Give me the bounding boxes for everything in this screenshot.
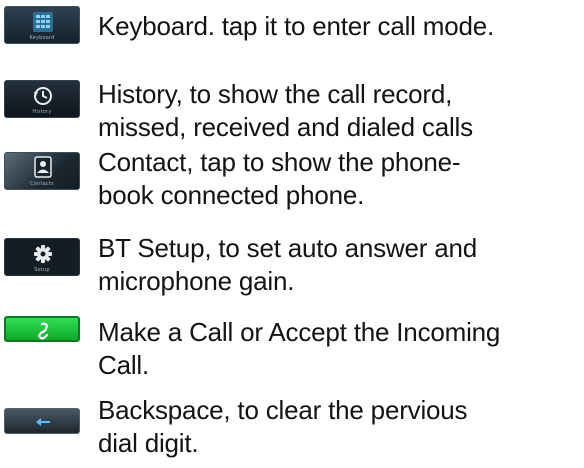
item-history: History History, to show the call record…	[0, 74, 584, 144]
item-line: microphone gain.	[98, 266, 295, 296]
item-keyboard-text: Keyboard. tap it to enter call mode.	[98, 10, 584, 43]
item-contact-text: Contact, tap to show the phone- book con…	[98, 146, 584, 212]
item-line: Contact, tap to show the phone-	[98, 147, 461, 177]
keyboard-icon-label: Keyboard	[29, 35, 55, 41]
keyboard-icon[interactable]: Keyboard	[4, 6, 80, 44]
item-line: missed, received and dialed calls	[98, 112, 473, 142]
item-contact: Contacts Contact, tap to show the phone-…	[0, 142, 584, 214]
item-call-text: Make a Call or Accept the Incoming Call.	[98, 316, 584, 382]
contact-icon-label: Contacts	[30, 181, 54, 187]
contact-icon[interactable]: Contacts	[4, 152, 80, 190]
item-setup-text: BT Setup, to set auto answer and microph…	[98, 232, 584, 298]
backspace-icon[interactable]	[4, 408, 80, 434]
gear-icon[interactable]: Setup	[4, 238, 80, 276]
item-line: Make a Call or Accept the Incoming	[98, 317, 501, 347]
item-line: BT Setup, to set auto answer and	[98, 233, 478, 263]
item-line: Backspace, to clear the pervious	[98, 395, 468, 425]
item-backspace: Backspace, to clear the pervious dial di…	[0, 390, 584, 468]
item-line: Call.	[98, 350, 150, 380]
history-icon-label: History	[32, 109, 52, 115]
item-call: Make a Call or Accept the Incoming Call.	[0, 310, 584, 382]
item-line: Keyboard. tap it to enter call mode.	[98, 11, 495, 41]
gear-icon-label: Setup	[34, 267, 50, 273]
item-backspace-text: Backspace, to clear the pervious dial di…	[98, 394, 584, 460]
item-history-text: History, to show the call record, missed…	[98, 78, 584, 144]
item-setup: Setup BT Setup, to set auto answer and m…	[0, 228, 584, 298]
item-line: dial digit.	[98, 428, 199, 458]
history-icon[interactable]: History	[4, 80, 80, 118]
phone-call-icon[interactable]	[4, 316, 80, 342]
item-keyboard: Keyboard Keyboard. tap it to enter call …	[0, 0, 584, 50]
item-line: book connected phone.	[98, 180, 365, 210]
item-line: History, to show the call record,	[98, 79, 453, 109]
